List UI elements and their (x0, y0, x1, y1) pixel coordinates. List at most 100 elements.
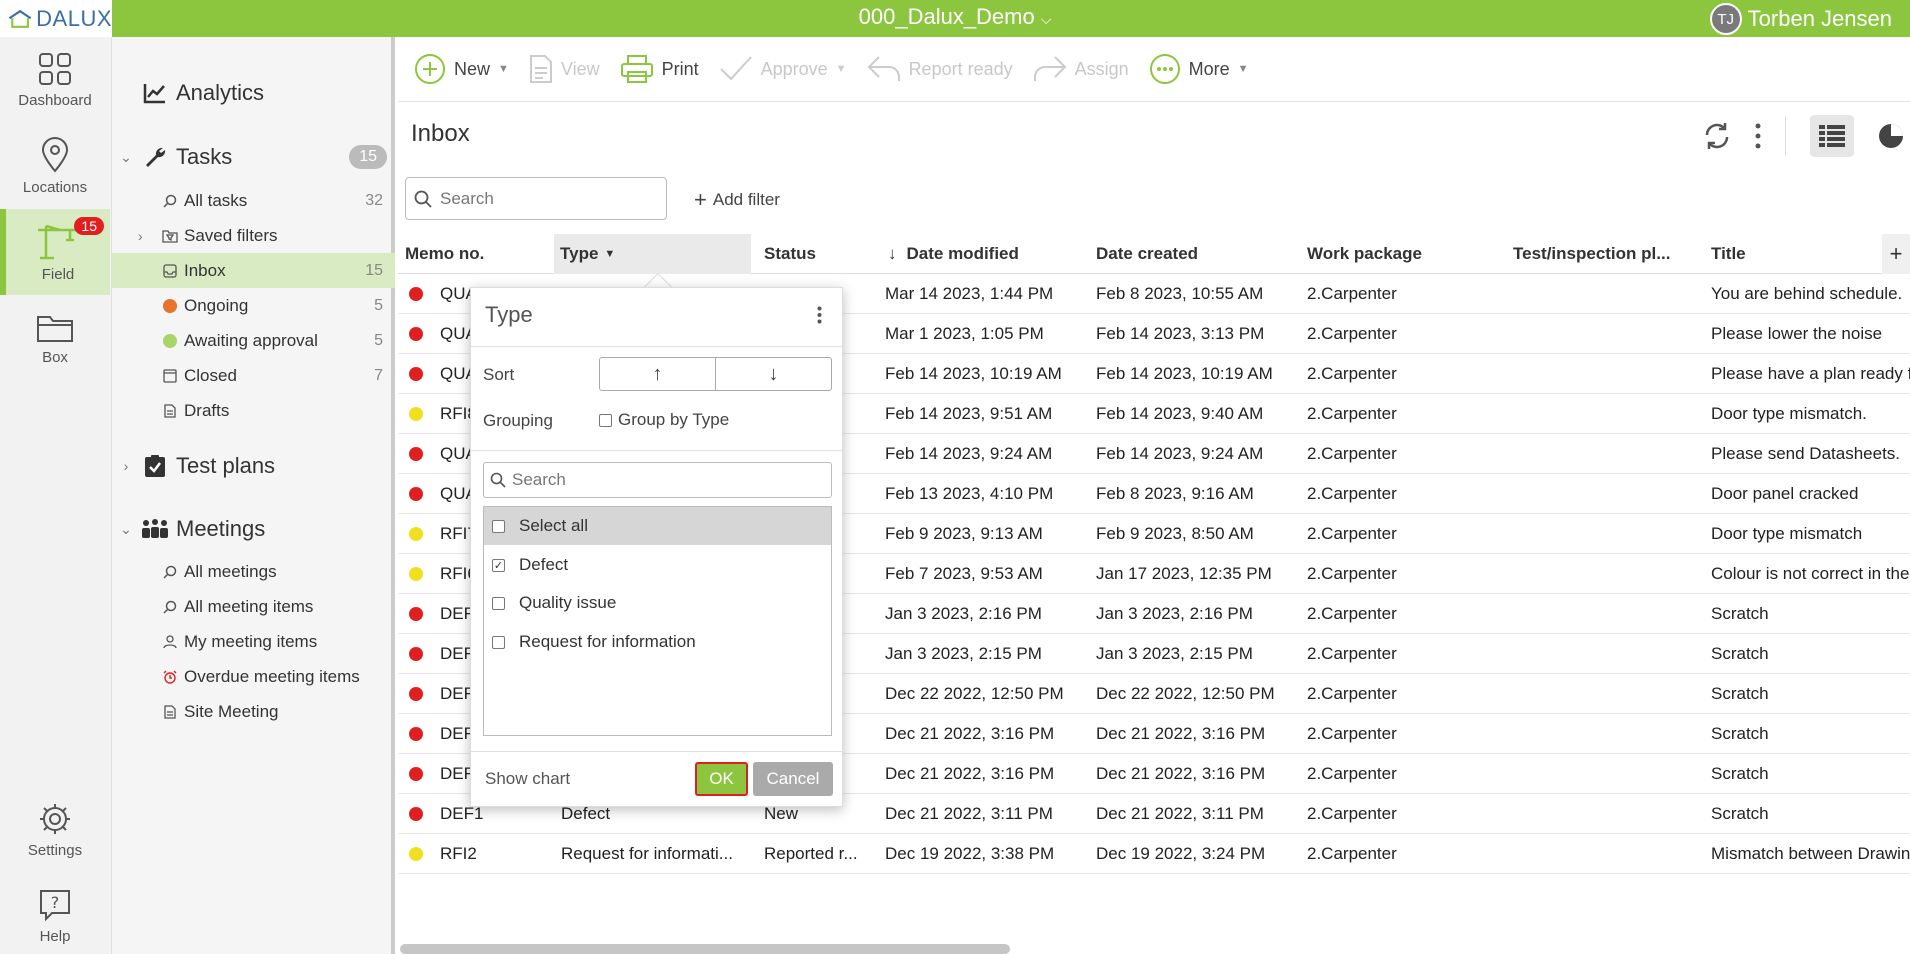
cell-title: Door type mismatch. (1711, 404, 1867, 423)
nav-overdue-meeting-items[interactable]: Overdue meeting items (112, 659, 395, 694)
nav-tasks[interactable]: ⌄ Tasks 15 (112, 137, 395, 177)
column-header-type[interactable]: Type ▼ (554, 234, 751, 274)
column-header-date-modified-label: Date modified (906, 244, 1019, 263)
add-column-button[interactable]: + (1882, 234, 1910, 274)
nav-item-count: 5 (374, 331, 383, 349)
search-input[interactable]: Search (405, 177, 667, 220)
view-button[interactable]: View (529, 54, 600, 84)
print-button[interactable]: Print (620, 54, 699, 84)
column-header-status[interactable]: Status (764, 234, 816, 274)
rail-box[interactable]: Box (0, 295, 110, 381)
option-quality-issue[interactable]: Quality issue (484, 584, 831, 622)
kebab-menu-icon[interactable] (1755, 123, 1761, 149)
more-dots-icon (1149, 54, 1180, 84)
status-dot (409, 487, 423, 501)
rail-locations[interactable]: Locations (0, 123, 110, 209)
nav-drafts[interactable]: Drafts (112, 393, 395, 428)
nav-inbox[interactable]: Inbox 15 (112, 253, 395, 288)
report-ready-button[interactable]: Report ready (867, 55, 1013, 83)
cell-date-modified: Feb 14 2023, 9:51 AM (885, 404, 1053, 423)
group-by-label: Group by Type (618, 410, 730, 429)
status-dot (409, 407, 423, 421)
nav-tasks-label: Tasks (176, 144, 233, 169)
refresh-icon[interactable] (1703, 121, 1731, 151)
nav-saved-filters[interactable]: › Saved filters (112, 218, 395, 253)
column-header-work-package[interactable]: Work package (1307, 234, 1422, 274)
cell-date-created: Feb 8 2023, 9:16 AM (1096, 484, 1254, 503)
chevron-right-icon[interactable]: › (138, 228, 143, 244)
nav-all-meetings[interactable]: All meetings (112, 554, 395, 589)
cell-date-modified: Mar 14 2023, 1:44 PM (885, 284, 1054, 303)
nav-site-meeting[interactable]: Site Meeting (112, 694, 395, 729)
nav-meetings[interactable]: ⌄ Meetings (112, 509, 395, 549)
pie-chart-icon[interactable] (1878, 123, 1904, 149)
sort-descending-button[interactable]: ↓ (715, 358, 831, 390)
checkbox-icon (492, 596, 505, 610)
cell-work-package: 2.Carpenter (1307, 404, 1397, 423)
status-dot-icon (409, 354, 423, 394)
grouping-label: Grouping (483, 411, 553, 430)
cell-memo: DEF (440, 764, 474, 783)
add-filter-button[interactable]: + Add filter (694, 187, 780, 213)
cancel-button[interactable]: Cancel (753, 762, 833, 796)
chevron-down-icon[interactable]: ⌄ (112, 149, 140, 166)
project-selector[interactable]: 000_Dalux_Demo ⌵ (0, 4, 1910, 30)
kebab-menu-icon[interactable] (817, 306, 822, 324)
group-by-checkbox[interactable]: Group by Type (599, 410, 729, 430)
cell-work-package: 2.Carpenter (1307, 644, 1397, 663)
column-header-memo[interactable]: Memo no. (405, 234, 484, 274)
column-header-date-created[interactable]: Date created (1096, 234, 1198, 274)
rail-dashboard[interactable]: Dashboard (0, 37, 110, 123)
column-header-date-modified[interactable]: ↓ Date modified (888, 234, 1019, 274)
nav-all-meeting-items[interactable]: All meeting items (112, 589, 395, 624)
folder-icon (37, 315, 73, 342)
chevron-down-icon[interactable]: ⌄ (112, 521, 140, 538)
list-view-toggle[interactable] (1810, 115, 1854, 157)
cell-date-created: Feb 14 2023, 9:40 AM (1096, 404, 1264, 423)
chevron-right-icon[interactable]: › (112, 458, 140, 474)
approve-button[interactable]: Approve ▼ (719, 55, 847, 83)
table-header: Memo no. Type ▼ Status ↓ Date modified Dat… (398, 234, 1910, 274)
cell-work-package: 2.Carpenter (1307, 844, 1397, 863)
nav-my-meeting-items[interactable]: My meeting items (112, 624, 395, 659)
ok-button[interactable]: OK (695, 762, 748, 796)
column-header-title[interactable]: Title (1711, 234, 1746, 274)
assign-button[interactable]: Assign (1033, 55, 1129, 83)
status-dot-icon (409, 474, 423, 514)
option-request-for-information[interactable]: Request for information (484, 623, 831, 661)
horizontal-scrollbar[interactable] (400, 944, 1010, 954)
cell-type: Request for informati... (561, 844, 733, 863)
checkbox-icon (492, 635, 505, 649)
nav-awaiting-approval[interactable]: Awaiting approval 5 (112, 323, 395, 358)
nav-item-count: 5 (374, 296, 383, 314)
rail-label: Dashboard (18, 91, 92, 109)
column-header-test-plan[interactable]: Test/inspection pl... (1513, 234, 1670, 274)
caret-down-icon: ▼ (1237, 63, 1249, 75)
nav-closed[interactable]: Closed 7 (112, 358, 395, 393)
rail-settings[interactable]: Settings (0, 787, 110, 873)
status-dot-icon (409, 274, 423, 314)
new-button[interactable]: New ▼ (414, 53, 509, 85)
nav-item-count: 7 (374, 366, 383, 384)
popup-search-input[interactable]: Search (483, 462, 832, 498)
svg-text:?: ? (51, 893, 60, 912)
plus-circle-icon (415, 54, 445, 84)
status-dot (409, 327, 423, 341)
table-row[interactable]: RFI2 Request for informati... Reported r..… (398, 834, 1910, 874)
sort-ascending-button[interactable]: ↑ (600, 358, 715, 390)
nav-test-plans[interactable]: › Test plans (112, 446, 395, 486)
nav-all-tasks[interactable]: All tasks 32 (112, 183, 395, 218)
option-select-all[interactable]: Select all (484, 507, 831, 545)
nav-item-label: Overdue meeting items (184, 666, 360, 686)
nav-test-plans-label: Test plans (176, 453, 276, 478)
option-label: Defect (519, 555, 569, 574)
more-button[interactable]: More ▼ (1149, 53, 1249, 85)
cell-date-created: Jan 3 2023, 2:16 PM (1096, 604, 1253, 623)
rail-help[interactable]: ? Help (0, 873, 110, 954)
option-defect[interactable]: ✓ Defect (484, 546, 831, 584)
nav-ongoing[interactable]: Ongoing 5 (112, 288, 395, 323)
show-chart-link[interactable]: Show chart (485, 769, 570, 789)
user-menu[interactable]: TJ Torben Jensen (1709, 3, 1892, 35)
rail-field[interactable]: 15 Field (0, 209, 110, 295)
nav-analytics[interactable]: Analytics (112, 73, 395, 113)
